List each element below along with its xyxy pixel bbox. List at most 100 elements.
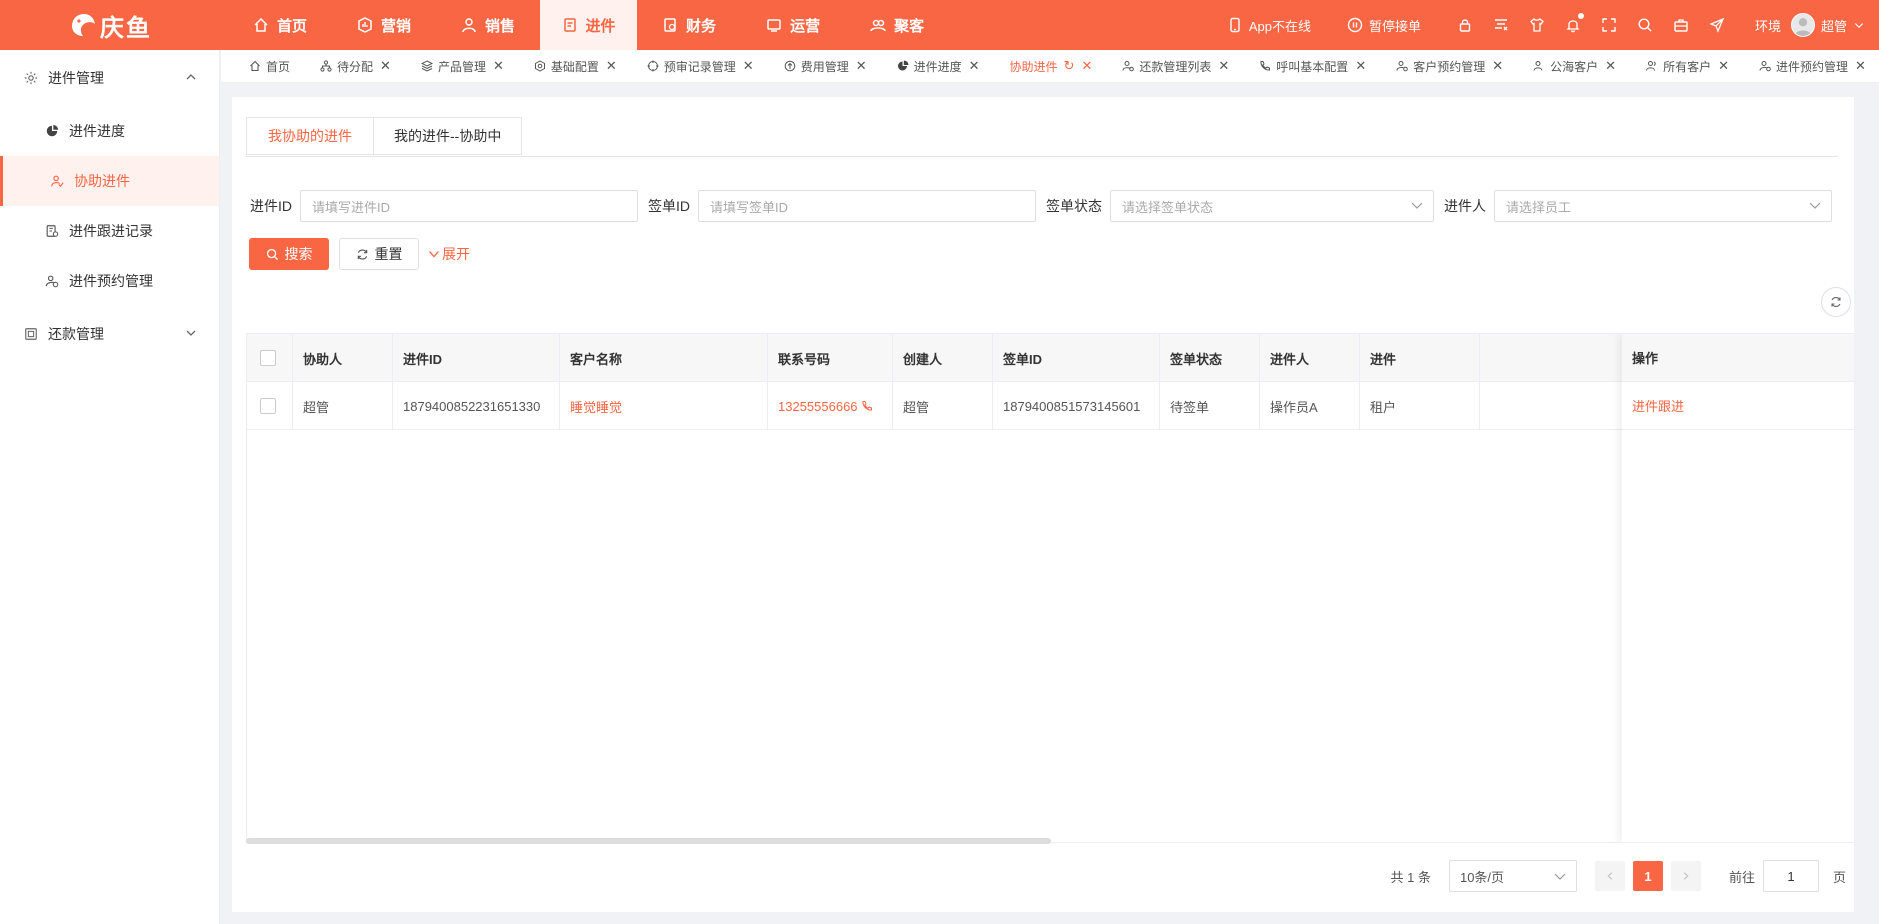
table-refresh-button[interactable] (1821, 287, 1851, 317)
app-status-button[interactable]: App不在线 (1227, 16, 1311, 35)
topnav-label: 聚客 (894, 17, 925, 35)
sidebar-group-jinjian[interactable]: 进件管理 (0, 50, 219, 106)
reload-icon[interactable]: ↻ (1064, 58, 1075, 74)
tab-assist[interactable]: 协助进件 ↻ ✕ (1010, 58, 1093, 75)
sidebar-item-assist[interactable]: 协助进件 (0, 156, 219, 206)
close-icon[interactable]: ✕ (1492, 58, 1503, 74)
column-header[interactable]: 客户名称 (560, 334, 768, 382)
bell-icon[interactable] (1565, 13, 1584, 33)
column-header[interactable]: 签单ID (993, 334, 1160, 382)
text-list-icon[interactable] (1493, 17, 1509, 33)
close-icon[interactable]: ✕ (1355, 58, 1366, 74)
chevron-down-icon[interactable] (1853, 19, 1865, 31)
prev-page-button[interactable] (1594, 861, 1625, 891)
topnav-item-operations[interactable]: 运营 (741, 0, 845, 50)
tab-repay-list[interactable]: 还款管理列表 ✕ (1122, 58, 1229, 75)
page-size-select[interactable]: 10条/页 (1448, 860, 1577, 892)
table-row[interactable]: 超管 1879400852231651330 睡觉睡觉 13255556666 … (247, 382, 1854, 430)
subtab-my-assisted[interactable]: 我协助的进件 (247, 118, 374, 154)
topnav-item-finance[interactable]: 财务 (637, 0, 741, 50)
column-header[interactable]: 创建人 (893, 334, 993, 382)
horizontal-scrollbar[interactable] (246, 838, 1051, 844)
reset-button[interactable]: 重置 (339, 238, 419, 270)
tab-pending[interactable]: 待分配 ✕ (320, 58, 391, 75)
column-header[interactable]: 进件ID (393, 334, 560, 382)
tab-all-customers[interactable]: 所有客户 ✕ (1646, 58, 1729, 75)
close-icon[interactable]: ✕ (1855, 58, 1866, 74)
customer-name-link[interactable]: 睡觉睡觉 (570, 397, 622, 416)
close-icon[interactable]: ✕ (606, 58, 617, 74)
follow-up-link[interactable]: 进件跟进 (1632, 396, 1684, 415)
person-select[interactable]: 请选择员工 (1494, 190, 1832, 222)
column-header[interactable]: 进件人 (1260, 334, 1360, 382)
person-label: 进件人 (1444, 198, 1486, 214)
tab-progress[interactable]: 进件进度 ✕ (897, 58, 980, 75)
close-icon[interactable]: ✕ (743, 58, 754, 74)
home-icon (253, 17, 269, 33)
sales-icon (461, 17, 477, 33)
column-header[interactable]: 签单状态 (1160, 334, 1260, 382)
sidebar-item-progress[interactable]: 进件进度 (0, 106, 219, 156)
close-icon[interactable]: ✕ (1605, 58, 1616, 74)
chevron-left-icon (1607, 872, 1613, 880)
fullscreen-icon[interactable] (1601, 17, 1617, 33)
app-status-label: App不在线 (1248, 18, 1311, 34)
expand-toggle[interactable]: 展开 (428, 238, 470, 270)
tab-home[interactable]: 首页 (249, 58, 290, 75)
send-icon[interactable] (1709, 17, 1725, 33)
topnav-item-sales[interactable]: 销售 (436, 0, 540, 50)
phone-icon[interactable] (861, 400, 873, 412)
select-all-checkbox[interactable] (260, 350, 276, 366)
total-count: 共 1 条 (1390, 869, 1431, 885)
shirt-icon[interactable] (1529, 17, 1545, 33)
tab-jinjian-appointment[interactable]: 进件预约管理 ✕ (1759, 58, 1866, 75)
pause-icon (1347, 17, 1363, 33)
topnav-item-customers[interactable]: 聚客 (845, 0, 949, 50)
jinjian-id-input[interactable]: 请填写进件ID (300, 190, 638, 222)
tab-customer-appointment[interactable]: 客户预约管理 ✕ (1396, 58, 1503, 75)
topnav-item-marketing[interactable]: 营销 (332, 0, 436, 50)
goto-page-input[interactable]: 1 (1762, 860, 1819, 892)
close-icon[interactable]: ✕ (1218, 58, 1229, 74)
tab-basic-config[interactable]: 基础配置 ✕ (534, 58, 617, 75)
topnav-item-home[interactable]: 首页 (228, 0, 332, 50)
qiandan-id-input[interactable]: 请填写签单ID (698, 190, 1036, 222)
subtab-my-assisting[interactable]: 我的进件--协助中 (374, 118, 522, 154)
users-icon (1646, 60, 1658, 72)
next-page-button[interactable] (1670, 861, 1701, 891)
search-icon[interactable] (1637, 17, 1653, 33)
close-icon[interactable]: ✕ (493, 58, 504, 74)
topnav-item-jinjian[interactable]: 进件 (540, 0, 638, 50)
target-icon (647, 60, 659, 72)
pause-orders-button[interactable]: 暂停接单 (1347, 16, 1421, 35)
close-icon[interactable]: ✕ (969, 58, 980, 74)
close-icon[interactable]: ✕ (856, 58, 867, 74)
logo[interactable]: 庆鱼 (0, 0, 220, 50)
sidebar-item-appointment[interactable]: 进件预约管理 (0, 256, 219, 306)
user-name[interactable]: 超管 (1821, 16, 1847, 35)
phone-link[interactable]: 13255556666 (778, 399, 858, 414)
row-checkbox[interactable] (260, 398, 276, 414)
tab-products[interactable]: 产品管理 ✕ (420, 58, 504, 75)
sidebar-group-repay[interactable]: 还款管理 (0, 306, 219, 362)
tab-public-customers[interactable]: 公海客户 ✕ (1533, 58, 1616, 75)
column-header[interactable]: 协助人 (293, 334, 393, 382)
close-icon[interactable]: ✕ (380, 58, 391, 74)
tab-fees[interactable]: 费用管理 ✕ (784, 58, 867, 75)
avatar[interactable] (1790, 13, 1815, 37)
status-select[interactable]: 请选择签单状态 (1110, 190, 1434, 222)
tab-label: 首页 (266, 59, 291, 74)
column-header[interactable]: 联系号码 (768, 334, 893, 382)
lock-icon[interactable] (1457, 17, 1473, 33)
tab-label: 费用管理 (800, 59, 849, 74)
env-label[interactable]: 环境 (1755, 16, 1781, 35)
sidebar-item-followup[interactable]: 进件跟进记录 (0, 206, 219, 256)
tab-prereview[interactable]: 预审记录管理 ✕ (647, 58, 754, 75)
page-number-button[interactable]: 1 (1632, 861, 1663, 891)
column-header[interactable]: 进件 (1360, 334, 1480, 382)
tab-call-config[interactable]: 呼叫基本配置 ✕ (1259, 58, 1366, 75)
close-icon[interactable]: ✕ (1081, 58, 1092, 74)
close-icon[interactable]: ✕ (1718, 58, 1729, 74)
briefcase-icon[interactable] (1673, 17, 1689, 33)
search-button[interactable]: 搜索 (249, 238, 329, 270)
